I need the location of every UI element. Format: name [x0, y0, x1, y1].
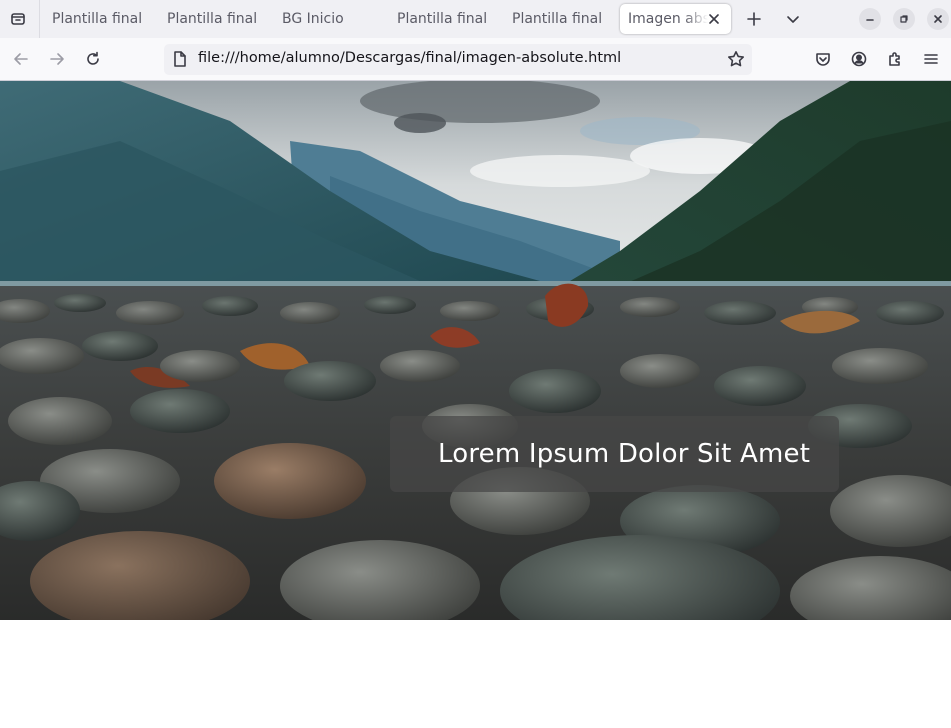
caption-text: Lorem Ipsum Dolor Sit Amet: [438, 439, 811, 469]
list-all-tabs-button[interactable]: [780, 6, 806, 32]
tab-5[interactable]: Plantilla final: [512, 4, 612, 34]
back-button[interactable]: [8, 46, 34, 72]
tab-title: Plantilla final: [397, 11, 488, 27]
tab-list-icon[interactable]: [0, 0, 36, 38]
navigation-toolbar: file:///home/alumno/Descargas/final/imag…: [0, 38, 951, 81]
tab-2[interactable]: Plantilla final: [167, 4, 267, 34]
tab-separator: [39, 0, 40, 38]
extensions-button[interactable]: [882, 46, 908, 72]
tab-active[interactable]: Imagen absolute: [620, 4, 731, 34]
restore-button[interactable]: [893, 8, 915, 30]
reload-button[interactable]: [80, 46, 106, 72]
url-text: file:///home/alumno/Descargas/final/imag…: [198, 50, 622, 66]
tab-1[interactable]: Plantilla final: [52, 4, 152, 34]
tab-4[interactable]: Plantilla final: [397, 4, 497, 34]
tab-title: BG Inicio: [282, 11, 344, 27]
close-window-button[interactable]: [927, 8, 949, 30]
url-bar[interactable]: file:///home/alumno/Descargas/final/imag…: [164, 44, 752, 75]
tab-title: Imagen absolute: [628, 11, 708, 27]
tab-3[interactable]: BG Inicio: [282, 4, 382, 34]
tab-title: Plantilla final: [52, 11, 143, 27]
star-icon[interactable]: [726, 49, 746, 69]
account-button[interactable]: [846, 46, 872, 72]
tab-title: Plantilla final: [167, 11, 258, 27]
forward-button[interactable]: [44, 46, 70, 72]
page-icon: [172, 51, 188, 67]
hero-image: Lorem Ipsum Dolor Sit Amet: [0, 81, 951, 620]
new-tab-button[interactable]: [741, 6, 767, 32]
caption-box: Lorem Ipsum Dolor Sit Amet: [390, 416, 839, 492]
page-content: Lorem Ipsum Dolor Sit Amet: [0, 81, 951, 728]
pocket-button[interactable]: [810, 46, 836, 72]
tab-strip: Plantilla final Plantilla final BG Inici…: [0, 0, 951, 38]
minimize-button[interactable]: [859, 8, 881, 30]
close-tab-icon[interactable]: [709, 12, 723, 26]
tab-title: Plantilla final: [512, 11, 603, 27]
menu-button[interactable]: [918, 46, 944, 72]
